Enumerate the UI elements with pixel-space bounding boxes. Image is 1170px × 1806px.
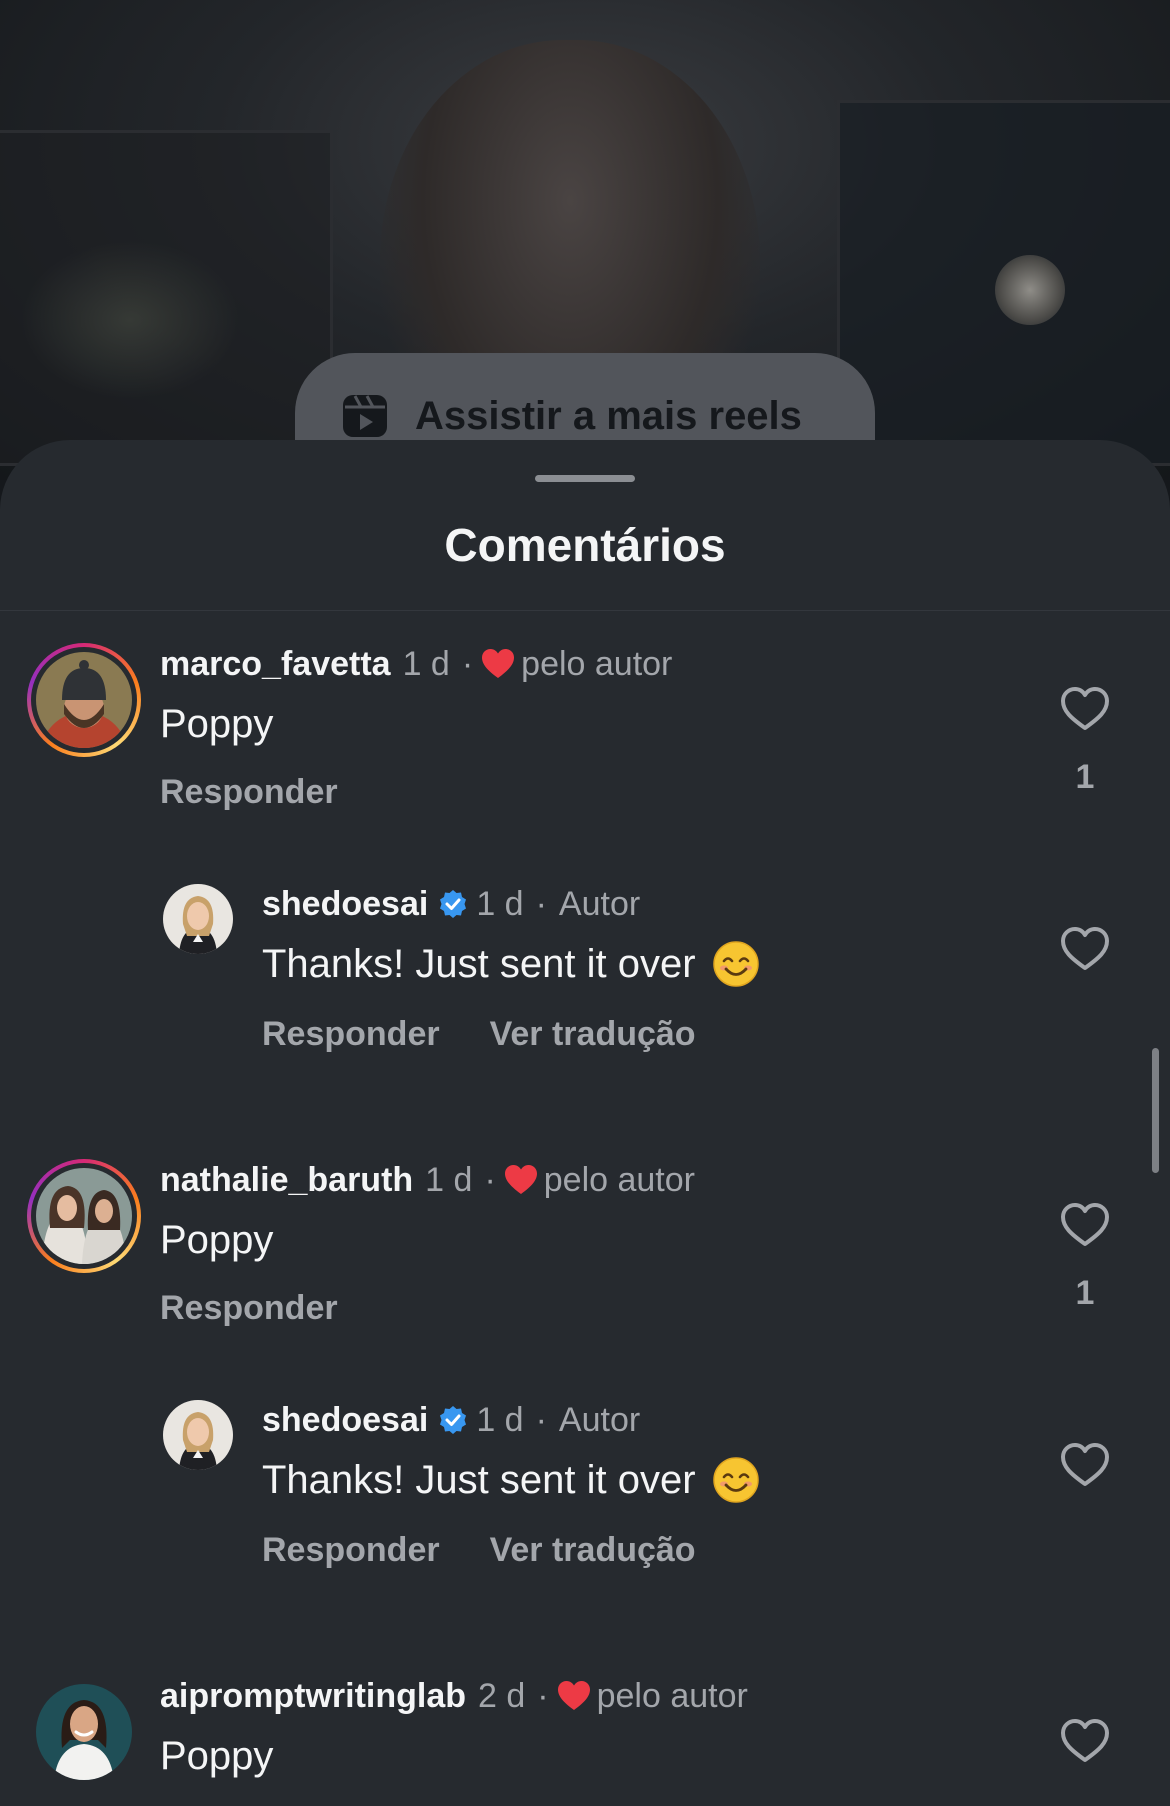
separator-dot: · bbox=[461, 645, 474, 683]
comment-username[interactable]: aipromptwritinglab bbox=[160, 1676, 466, 1716]
comment-actions: Responder Ver tradução bbox=[262, 1530, 696, 1570]
smiling-face-emoji-icon bbox=[712, 941, 759, 987]
comment-text: Thanks! Just sent it over bbox=[262, 942, 696, 986]
comment-meta: aipromptwritinglab 2 d · pelo autor bbox=[160, 1676, 748, 1716]
like-count: 1 bbox=[1075, 1274, 1095, 1312]
heart-outline-icon[interactable] bbox=[1060, 1202, 1110, 1248]
comment-username[interactable]: shedoesai bbox=[262, 1400, 428, 1440]
heart-outline-icon[interactable] bbox=[1060, 1442, 1110, 1488]
watch-more-reels-label: Assistir a mais reels bbox=[415, 394, 802, 438]
comment-username[interactable]: nathalie_baruth bbox=[160, 1160, 413, 1200]
comment-item: nathalie_baruth 1 d · pelo autor Poppy R… bbox=[0, 1138, 1170, 1378]
see-translation-button[interactable]: Ver tradução bbox=[490, 1530, 696, 1570]
comment-actions: Responder bbox=[160, 772, 338, 812]
avatar bbox=[36, 652, 132, 748]
comment-meta: shedoesai 1 d · Autor bbox=[262, 1400, 640, 1440]
comment-time: 1 d bbox=[402, 645, 450, 683]
comment-text: Poppy bbox=[160, 1218, 274, 1262]
red-heart-icon bbox=[482, 649, 515, 678]
reply-button[interactable]: Responder bbox=[262, 1014, 440, 1054]
comment-text: Poppy bbox=[160, 1734, 274, 1778]
separator-dot: · bbox=[535, 885, 547, 923]
comment-username[interactable]: marco_favetta bbox=[160, 644, 391, 684]
separator-dot: · bbox=[484, 1161, 496, 1199]
avatar[interactable] bbox=[36, 1684, 132, 1780]
story-ring[interactable] bbox=[27, 643, 141, 757]
comment-item: marco_favetta 1 d · pelo autor Poppy Res… bbox=[0, 622, 1170, 862]
story-ring[interactable] bbox=[27, 1159, 141, 1273]
comment-meta: marco_favetta 1 d · pelo autor bbox=[160, 644, 672, 684]
comment-text: Poppy bbox=[160, 702, 274, 746]
author-label: Autor bbox=[558, 1401, 641, 1439]
heart-outline-icon[interactable] bbox=[1060, 1718, 1110, 1764]
reply-item: shedoesai 1 d · Autor Thanks! Just sent … bbox=[0, 1386, 1170, 1626]
red-heart-icon bbox=[557, 1681, 590, 1710]
verified-badge-icon bbox=[440, 1406, 467, 1434]
comment-time: 1 d bbox=[425, 1161, 473, 1199]
red-heart-icon bbox=[504, 1165, 537, 1194]
comment-actions: Responder Ver tradução bbox=[262, 1014, 696, 1054]
see-translation-button[interactable]: Ver tradução bbox=[490, 1014, 696, 1054]
author-label: Autor bbox=[558, 885, 641, 923]
liked-by-creator-label: pelo autor bbox=[521, 645, 673, 683]
avatar[interactable] bbox=[163, 1400, 233, 1470]
heart-outline-icon[interactable] bbox=[1060, 926, 1110, 972]
comment-text: Thanks! Just sent it over bbox=[262, 1458, 696, 1502]
sheet-drag-handle[interactable] bbox=[535, 475, 635, 482]
reels-icon bbox=[343, 395, 387, 437]
comment-time: 2 d bbox=[478, 1677, 526, 1715]
separator-dot: · bbox=[537, 1677, 549, 1715]
background-lamp bbox=[995, 255, 1065, 325]
smiling-face-emoji-icon bbox=[712, 1457, 759, 1503]
background-plant bbox=[20, 240, 240, 400]
comment-text-row: Thanks! Just sent it over bbox=[262, 940, 760, 988]
avatar[interactable] bbox=[163, 884, 233, 954]
heart-outline-icon[interactable] bbox=[1060, 686, 1110, 732]
comment-time: 1 d bbox=[476, 1401, 524, 1439]
reply-button[interactable]: Responder bbox=[160, 1288, 338, 1328]
header-divider bbox=[0, 610, 1170, 611]
comment-item: aipromptwritinglab 2 d · pelo autor Popp… bbox=[0, 1654, 1170, 1806]
comment-meta: shedoesai 1 d · Autor bbox=[262, 884, 640, 924]
reply-item: shedoesai 1 d · Autor Thanks! Just sent … bbox=[0, 870, 1170, 1110]
avatar bbox=[36, 1168, 132, 1264]
comment-meta: nathalie_baruth 1 d · pelo autor bbox=[160, 1160, 695, 1200]
comment-time: 1 d bbox=[476, 885, 524, 923]
verified-badge-icon bbox=[440, 890, 467, 918]
reply-button[interactable]: Responder bbox=[262, 1530, 440, 1570]
liked-by-creator-label: pelo autor bbox=[543, 1161, 695, 1199]
instagram-reel-comments-screen: Assistir a mais reels Comentários marco_… bbox=[0, 0, 1170, 1806]
comments-title: Comentários bbox=[444, 519, 726, 571]
comment-username[interactable]: shedoesai bbox=[262, 884, 428, 924]
liked-by-creator-label: pelo autor bbox=[596, 1677, 748, 1715]
comment-text-row: Thanks! Just sent it over bbox=[262, 1456, 760, 1504]
reply-button[interactable]: Responder bbox=[160, 772, 338, 812]
separator-dot: · bbox=[535, 1401, 547, 1439]
like-count: 1 bbox=[1075, 758, 1095, 796]
comments-sheet: Comentários marco_favetta 1 d · pelo aut… bbox=[0, 440, 1170, 1806]
comment-actions: Responder bbox=[160, 1288, 338, 1328]
